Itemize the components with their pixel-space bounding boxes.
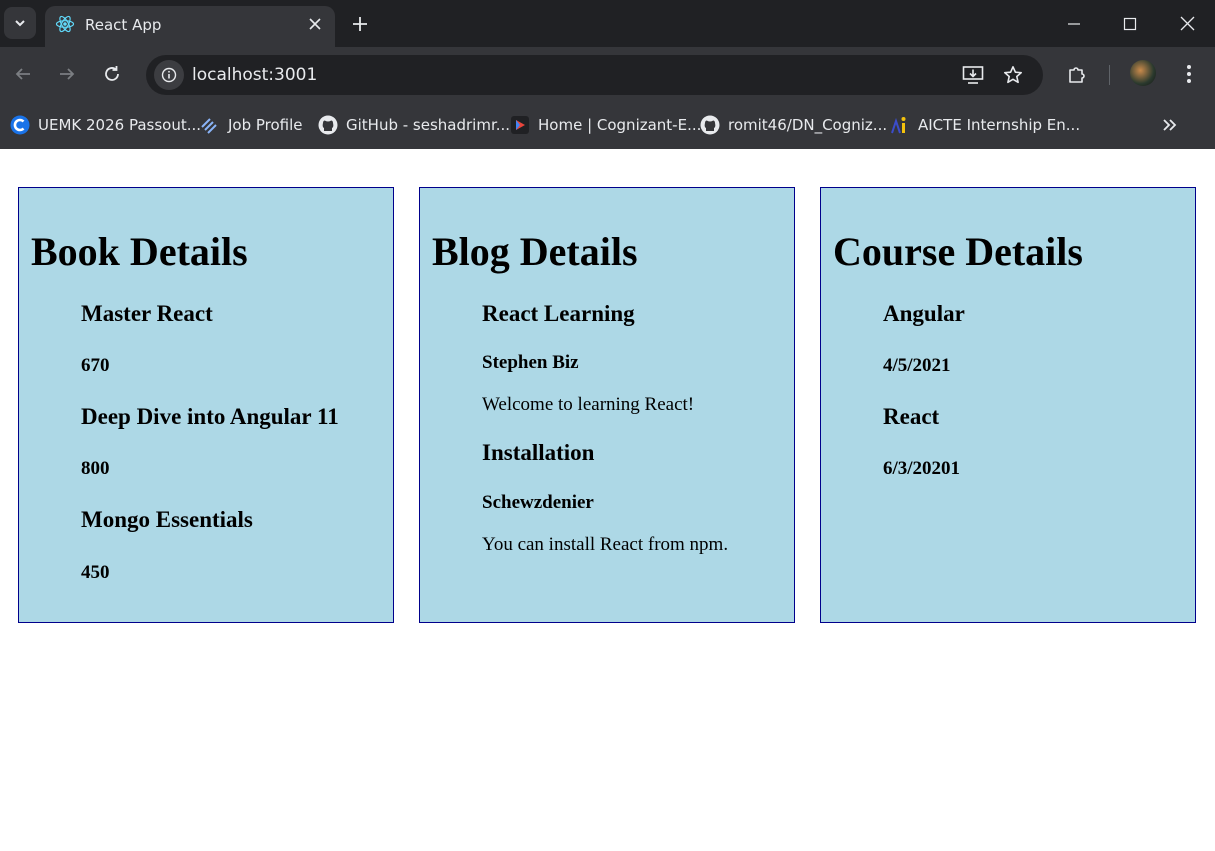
book-name: Master React xyxy=(81,301,213,326)
bookmark-label: GitHub - seshadrimr... xyxy=(346,116,511,134)
double-chevron-right-icon xyxy=(1163,119,1177,131)
extensions-button[interactable] xyxy=(1063,60,1091,88)
course-name: React xyxy=(883,404,940,429)
toolbar-separator xyxy=(1109,65,1110,85)
blog-author: Stephen Biz xyxy=(482,352,579,373)
arrow-left-icon xyxy=(15,68,30,80)
course-details-heading: Course Details xyxy=(833,229,1083,274)
bookmarks-bar: UEMK 2026 Passout... Job Profile GitHub … xyxy=(0,101,1215,149)
blog-content: You can install React from npm. xyxy=(482,534,729,555)
bookmark-item[interactable]: AICTE Internship En... xyxy=(890,113,1080,137)
more-bookmarks-button[interactable] xyxy=(1158,113,1182,137)
new-tab-button[interactable] xyxy=(346,10,374,38)
maximize-icon xyxy=(1123,17,1137,30)
bookmark-label: UEMK 2026 Passout... xyxy=(38,116,202,134)
close-icon xyxy=(1180,16,1194,31)
tab-close-button[interactable] xyxy=(303,12,327,36)
puzzle-icon xyxy=(1069,67,1085,83)
install-app-button[interactable] xyxy=(962,64,984,86)
course-name: Angular xyxy=(883,301,965,326)
play-logo-icon xyxy=(510,115,530,135)
bookmark-star-button[interactable] xyxy=(1002,64,1024,86)
blog-content: Welcome to learning React! xyxy=(482,394,695,415)
page-viewport: Book Details Master React 670 Deep Dive … xyxy=(0,149,1215,851)
book-price: 670 xyxy=(81,355,110,376)
book-price: 800 xyxy=(81,458,110,479)
profile-avatar[interactable] xyxy=(1130,60,1156,86)
install-icon xyxy=(962,66,984,84)
bookmark-label: AICTE Internship En... xyxy=(918,116,1081,134)
book-price: 450 xyxy=(81,562,110,583)
blog-details-card: Blog Details React Learning Stephen Biz … xyxy=(419,187,795,623)
arrow-right-icon xyxy=(60,68,75,80)
aicte-logo-icon xyxy=(890,115,910,135)
maximize-button[interactable] xyxy=(1102,0,1158,47)
menu-button[interactable] xyxy=(1175,60,1203,88)
bookmark-item[interactable]: Job Profile xyxy=(200,113,303,137)
url-text: localhost:3001 xyxy=(192,65,318,85)
bookmark-label: Home | Cognizant-E... xyxy=(538,116,702,134)
book-details-card: Book Details Master React 670 Deep Dive … xyxy=(18,187,394,623)
address-bar[interactable]: localhost:3001 xyxy=(146,55,1043,95)
site-info-button[interactable] xyxy=(154,60,184,90)
c-logo-icon xyxy=(10,115,30,135)
tab-title: React App xyxy=(85,16,162,34)
book-name: Mongo Essentials xyxy=(81,507,253,532)
blog-title: Installation xyxy=(482,440,595,465)
reload-icon xyxy=(105,66,119,81)
course-details-card: Course Details Angular 4/5/2021 React 6/… xyxy=(820,187,1196,623)
back-button[interactable] xyxy=(9,60,37,88)
book-name: Deep Dive into Angular 11 xyxy=(81,404,339,429)
bookmark-item[interactable]: romit46/DN_Cogniz... xyxy=(700,113,887,137)
info-icon xyxy=(161,67,177,83)
more-vert-icon xyxy=(1187,65,1191,83)
blog-details-heading: Blog Details xyxy=(432,229,638,274)
github-icon xyxy=(318,115,338,135)
react-logo-icon xyxy=(55,15,75,33)
bookmark-label: Job Profile xyxy=(228,116,303,134)
bookmark-label: romit46/DN_Cogniz... xyxy=(728,116,888,134)
course-date: 4/5/2021 xyxy=(883,355,951,376)
minimize-button[interactable] xyxy=(1046,0,1102,47)
bookmark-item[interactable]: GitHub - seshadrimr... xyxy=(318,113,510,137)
blog-title: React Learning xyxy=(482,301,635,326)
github-icon xyxy=(700,115,720,135)
forward-button[interactable] xyxy=(53,60,81,88)
blog-author: Schewzdenier xyxy=(482,492,594,513)
bookmark-item[interactable]: Home | Cognizant-E... xyxy=(510,113,701,137)
course-date: 6/3/20201 xyxy=(883,458,961,479)
star-icon xyxy=(1004,66,1022,84)
tab-search-button[interactable] xyxy=(4,7,36,39)
browser-tab[interactable]: React App xyxy=(45,6,335,47)
browser-toolbar: localhost:3001 xyxy=(0,47,1215,101)
stripes-logo-icon xyxy=(200,115,220,135)
close-icon xyxy=(309,18,321,30)
bookmark-item[interactable]: UEMK 2026 Passout... xyxy=(10,113,201,137)
reload-button[interactable] xyxy=(98,60,126,88)
book-details-heading: Book Details xyxy=(31,229,248,274)
window-close-button[interactable] xyxy=(1159,0,1215,47)
tab-strip: React App xyxy=(0,0,1215,47)
plus-icon xyxy=(353,17,367,31)
minimize-icon xyxy=(1068,22,1080,25)
chevron-down-icon xyxy=(15,20,25,27)
